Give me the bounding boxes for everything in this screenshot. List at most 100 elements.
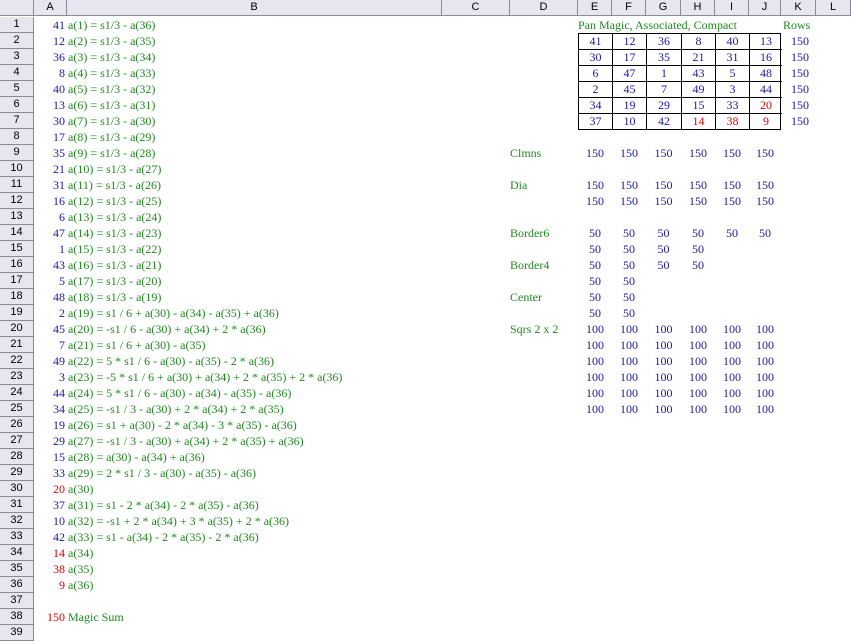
sqrs-6-6[interactable]: 100 bbox=[749, 401, 781, 417]
square-cell-r5c6[interactable]: 20 bbox=[750, 98, 782, 114]
sqrs-5-6[interactable]: 100 bbox=[749, 385, 781, 401]
row-header-11[interactable]: 11 bbox=[0, 177, 34, 193]
row-header-13[interactable]: 13 bbox=[0, 209, 34, 225]
cell-a19[interactable]: 2 bbox=[34, 305, 65, 321]
cell-b38[interactable]: Magic Sum bbox=[68, 609, 438, 625]
row-sum-1[interactable]: 150 bbox=[783, 33, 817, 49]
border6-1-1[interactable]: 50 bbox=[578, 225, 612, 241]
column-header-h[interactable]: H bbox=[681, 0, 715, 16]
row-header-26[interactable]: 26 bbox=[0, 417, 34, 433]
square-cell-r4c3[interactable]: 7 bbox=[647, 82, 682, 98]
sqrs-6-1[interactable]: 100 bbox=[578, 401, 612, 417]
border6-2-4[interactable]: 50 bbox=[681, 241, 715, 257]
dia-1-5[interactable]: 150 bbox=[715, 177, 749, 193]
cell-a32[interactable]: 10 bbox=[34, 513, 65, 529]
column-header-a[interactable]: A bbox=[34, 0, 67, 16]
label-border4[interactable]: Border4 bbox=[510, 257, 578, 273]
cell-b16[interactable]: a(16) = s1/3 - a(21) bbox=[68, 257, 438, 273]
cell-b13[interactable]: a(13) = s1/3 - a(24) bbox=[68, 209, 438, 225]
row-header-8[interactable]: 8 bbox=[0, 129, 34, 145]
square-cell-r1c6[interactable]: 13 bbox=[750, 34, 782, 50]
dia-2-1[interactable]: 150 bbox=[578, 193, 612, 209]
row-header-12[interactable]: 12 bbox=[0, 193, 34, 209]
cell-a15[interactable]: 1 bbox=[34, 241, 65, 257]
row-sum-2[interactable]: 150 bbox=[783, 49, 817, 65]
cell-a38[interactable]: 150 bbox=[34, 609, 65, 625]
border4-1-4[interactable]: 50 bbox=[681, 257, 715, 273]
border4-1-3[interactable]: 50 bbox=[646, 257, 681, 273]
square-cell-r2c4[interactable]: 21 bbox=[682, 50, 716, 66]
sqrs-6-5[interactable]: 100 bbox=[715, 401, 749, 417]
row-header-31[interactable]: 31 bbox=[0, 497, 34, 513]
clmns-sum-1[interactable]: 150 bbox=[578, 145, 612, 161]
sqrs-3-1[interactable]: 100 bbox=[578, 353, 612, 369]
sqrs-2-5[interactable]: 100 bbox=[715, 337, 749, 353]
square-cell-r2c1[interactable]: 30 bbox=[579, 50, 613, 66]
cell-a18[interactable]: 48 bbox=[34, 289, 65, 305]
cell-a12[interactable]: 16 bbox=[34, 193, 65, 209]
cell-a20[interactable]: 45 bbox=[34, 321, 65, 337]
cell-a25[interactable]: 34 bbox=[34, 401, 65, 417]
label-border6[interactable]: Border6 bbox=[510, 225, 578, 241]
sqrs-3-3[interactable]: 100 bbox=[646, 353, 681, 369]
cell-a10[interactable]: 21 bbox=[34, 161, 65, 177]
sqrs-2-3[interactable]: 100 bbox=[646, 337, 681, 353]
cell-b6[interactable]: a(6) = s1/3 - a(31) bbox=[68, 97, 438, 113]
rows-label[interactable]: Rows bbox=[783, 17, 823, 33]
square-cell-r6c3[interactable]: 42 bbox=[647, 114, 682, 130]
square-cell-r5c1[interactable]: 34 bbox=[579, 98, 613, 114]
sqrs-3-5[interactable]: 100 bbox=[715, 353, 749, 369]
dia-2-5[interactable]: 150 bbox=[715, 193, 749, 209]
row-header-9[interactable]: 9 bbox=[0, 145, 34, 161]
square-cell-r3c2[interactable]: 47 bbox=[613, 66, 647, 82]
row-header-30[interactable]: 30 bbox=[0, 481, 34, 497]
cell-b30[interactable]: a(30) bbox=[68, 481, 438, 497]
cell-b18[interactable]: a(18) = s1/3 - a(19) bbox=[68, 289, 438, 305]
cell-b28[interactable]: a(28) = a(30) - a(34) + a(36) bbox=[68, 449, 438, 465]
label-dia[interactable]: Dia bbox=[510, 177, 578, 193]
border4-1-2[interactable]: 50 bbox=[612, 257, 646, 273]
sqrs-2-6[interactable]: 100 bbox=[749, 337, 781, 353]
dia-1-4[interactable]: 150 bbox=[681, 177, 715, 193]
row-header-25[interactable]: 25 bbox=[0, 401, 34, 417]
row-header-19[interactable]: 19 bbox=[0, 305, 34, 321]
row-header-10[interactable]: 10 bbox=[0, 161, 34, 177]
center-2-2[interactable]: 50 bbox=[612, 305, 646, 321]
sqrs-5-2[interactable]: 100 bbox=[612, 385, 646, 401]
row-header-4[interactable]: 4 bbox=[0, 65, 34, 81]
cell-a35[interactable]: 38 bbox=[34, 561, 65, 577]
sqrs-6-2[interactable]: 100 bbox=[612, 401, 646, 417]
cell-b34[interactable]: a(34) bbox=[68, 545, 438, 561]
cell-b5[interactable]: a(5) = s1/3 - a(32) bbox=[68, 81, 438, 97]
row-header-34[interactable]: 34 bbox=[0, 545, 34, 561]
row-sum-6[interactable]: 150 bbox=[783, 113, 817, 129]
sqrs-2-4[interactable]: 100 bbox=[681, 337, 715, 353]
cell-a1[interactable]: 41 bbox=[34, 17, 65, 33]
row-header-5[interactable]: 5 bbox=[0, 81, 34, 97]
column-header-f[interactable]: F bbox=[612, 0, 646, 16]
square-cell-r2c3[interactable]: 35 bbox=[647, 50, 682, 66]
border6-1-3[interactable]: 50 bbox=[646, 225, 681, 241]
clmns-sum-5[interactable]: 150 bbox=[715, 145, 749, 161]
sqrs-4-4[interactable]: 100 bbox=[681, 369, 715, 385]
sqrs-1-5[interactable]: 100 bbox=[715, 321, 749, 337]
square-cell-r4c4[interactable]: 49 bbox=[682, 82, 716, 98]
cell-a7[interactable]: 30 bbox=[34, 113, 65, 129]
cell-b36[interactable]: a(36) bbox=[68, 577, 438, 593]
select-all-corner[interactable] bbox=[0, 0, 34, 16]
square-cell-r4c2[interactable]: 45 bbox=[613, 82, 647, 98]
sqrs-4-3[interactable]: 100 bbox=[646, 369, 681, 385]
cell-b12[interactable]: a(12) = s1/3 - a(25) bbox=[68, 193, 438, 209]
sqrs-1-4[interactable]: 100 bbox=[681, 321, 715, 337]
row-header-6[interactable]: 6 bbox=[0, 97, 34, 113]
cell-b26[interactable]: a(26) = s1 + a(30) - 2 * a(34) - 3 * a(3… bbox=[68, 417, 438, 433]
column-header-k[interactable]: K bbox=[781, 0, 816, 16]
cell-b21[interactable]: a(21) = s1 / 6 + a(30) - a(35) bbox=[68, 337, 438, 353]
cell-a13[interactable]: 6 bbox=[34, 209, 65, 225]
cell-a14[interactable]: 47 bbox=[34, 225, 65, 241]
border6-1-5[interactable]: 50 bbox=[715, 225, 749, 241]
cell-a17[interactable]: 5 bbox=[34, 273, 65, 289]
row-header-18[interactable]: 18 bbox=[0, 289, 34, 305]
sqrs-4-1[interactable]: 100 bbox=[578, 369, 612, 385]
square-cell-r2c6[interactable]: 16 bbox=[750, 50, 782, 66]
